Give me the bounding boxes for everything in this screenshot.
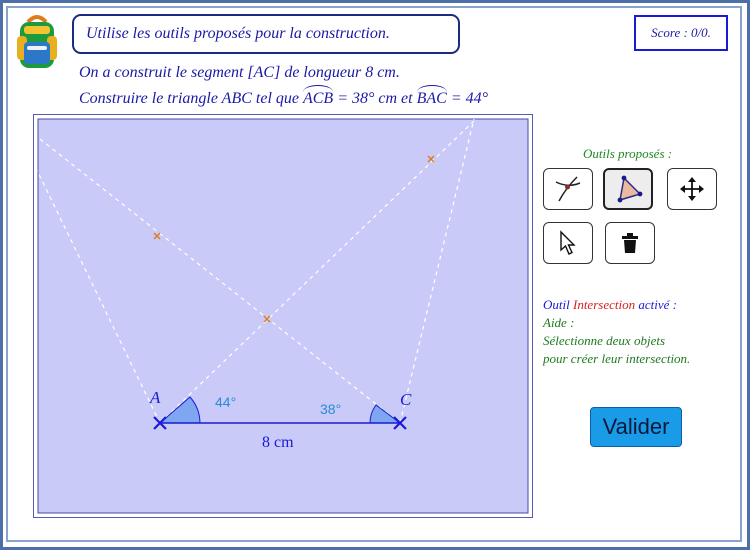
polygon-icon: [617, 175, 643, 203]
move-view-tool-button[interactable]: [667, 168, 717, 210]
help-label: Aide :: [543, 315, 575, 330]
tools-title: Outils proposés :: [583, 146, 673, 161]
tool-prefix: Outil: [543, 297, 573, 312]
statement-line-2: Construire le triangle ABC tel que ACB =…: [79, 85, 489, 108]
score-text: Score : 0/0.: [651, 25, 711, 40]
point-c-label: C: [400, 390, 412, 409]
intersection-icon: [555, 176, 581, 202]
help-line-1: Sélectionne deux objets: [543, 333, 666, 348]
intersection-tool-button[interactable]: [543, 168, 593, 210]
angle-bac-name: BAC: [416, 85, 448, 107]
angle-a-label: 44°: [215, 394, 236, 410]
trash-icon: [622, 233, 638, 253]
help-line-2: pour créer leur intersection.: [543, 351, 691, 366]
tool-suffix: activé :: [635, 297, 677, 312]
select-tool-button[interactable]: [543, 222, 593, 264]
statement-prefix: Construire le triangle ABC tel que: [79, 90, 303, 107]
delete-tool-button[interactable]: [605, 222, 655, 264]
active-tool-line: Outil Intersection activé :: [543, 296, 690, 314]
score-box: Score : 0/0.: [634, 15, 728, 51]
validate-button[interactable]: Valider: [590, 407, 682, 447]
tool-status: Outil Intersection activé : Aide : Sélec…: [543, 296, 690, 368]
drawing-board[interactable]: A C 44° 38° 8 cm: [33, 114, 533, 518]
board-area[interactable]: [37, 118, 529, 514]
angle-c-label: 38°: [320, 401, 341, 417]
angle-bac-value: = 44°: [446, 90, 489, 107]
segment-length-label: 8 cm: [262, 434, 294, 451]
cursor-icon: [560, 230, 576, 255]
angle-acb-name: ACB: [302, 85, 334, 107]
point-a-label: A: [149, 388, 161, 407]
polygon-tool-button[interactable]: [603, 168, 653, 210]
instruction-text: Utilise les outils proposés pour la cons…: [86, 25, 390, 42]
move-arrows-icon: [680, 177, 704, 201]
construction-canvas[interactable]: A C 44° 38° 8 cm: [34, 115, 532, 517]
statement-line-1: On a construit le segment [AC] de longue…: [79, 64, 400, 81]
active-tool-name: Intersection: [572, 297, 636, 312]
angle-acb-value: = 38° cm et: [333, 90, 417, 107]
instruction-box: Utilise les outils proposés pour la cons…: [72, 14, 460, 54]
backpack-icon: [17, 15, 57, 68]
